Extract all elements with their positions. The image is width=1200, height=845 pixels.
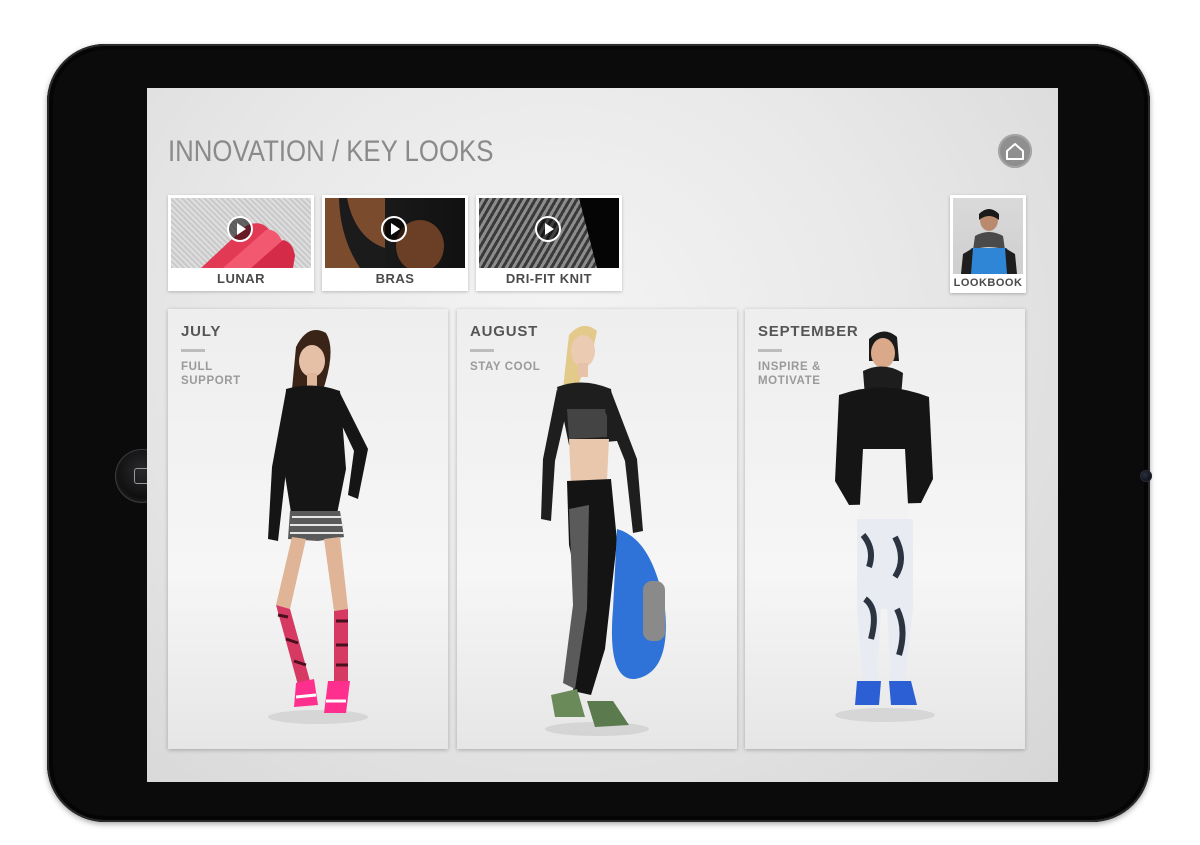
play-icon[interactable] <box>227 216 253 242</box>
video-label-bras: BRAS <box>375 271 415 286</box>
app-screen: INNOVATION / KEY LOOKS LUNAR BRAS DRI-FI… <box>147 88 1058 782</box>
front-camera <box>1140 470 1152 482</box>
month-card-august[interactable]: AUGUST STAY COOL <box>457 309 737 749</box>
video-label-lunar: LUNAR <box>217 271 265 286</box>
home-button[interactable] <box>998 134 1032 168</box>
month-card-september[interactable]: SEPTEMBER INSPIRE & MOTIVATE <box>745 309 1025 749</box>
video-tile-lunar[interactable]: LUNAR <box>168 195 314 291</box>
lookbook-cover <box>953 198 1023 274</box>
video-label-dri-fit-knit: DRI-FIT KNIT <box>505 271 593 286</box>
play-icon[interactable] <box>535 216 561 242</box>
home-icon <box>1006 143 1024 160</box>
lookbook-label: LOOKBOOK <box>953 277 1023 289</box>
august-model-photo <box>541 325 666 736</box>
month-card-july[interactable]: JULY FULL SUPPORT <box>168 309 448 749</box>
page-title: INNOVATION / KEY LOOKS <box>168 135 494 168</box>
video-tile-bras[interactable]: BRAS <box>322 195 468 291</box>
lookbook-button[interactable]: LOOKBOOK <box>950 195 1026 293</box>
july-model-photo <box>268 330 368 724</box>
video-tile-dri-fit-knit[interactable]: DRI-FIT KNIT <box>476 195 622 291</box>
september-model-photo <box>835 331 935 722</box>
play-icon[interactable] <box>381 216 407 242</box>
